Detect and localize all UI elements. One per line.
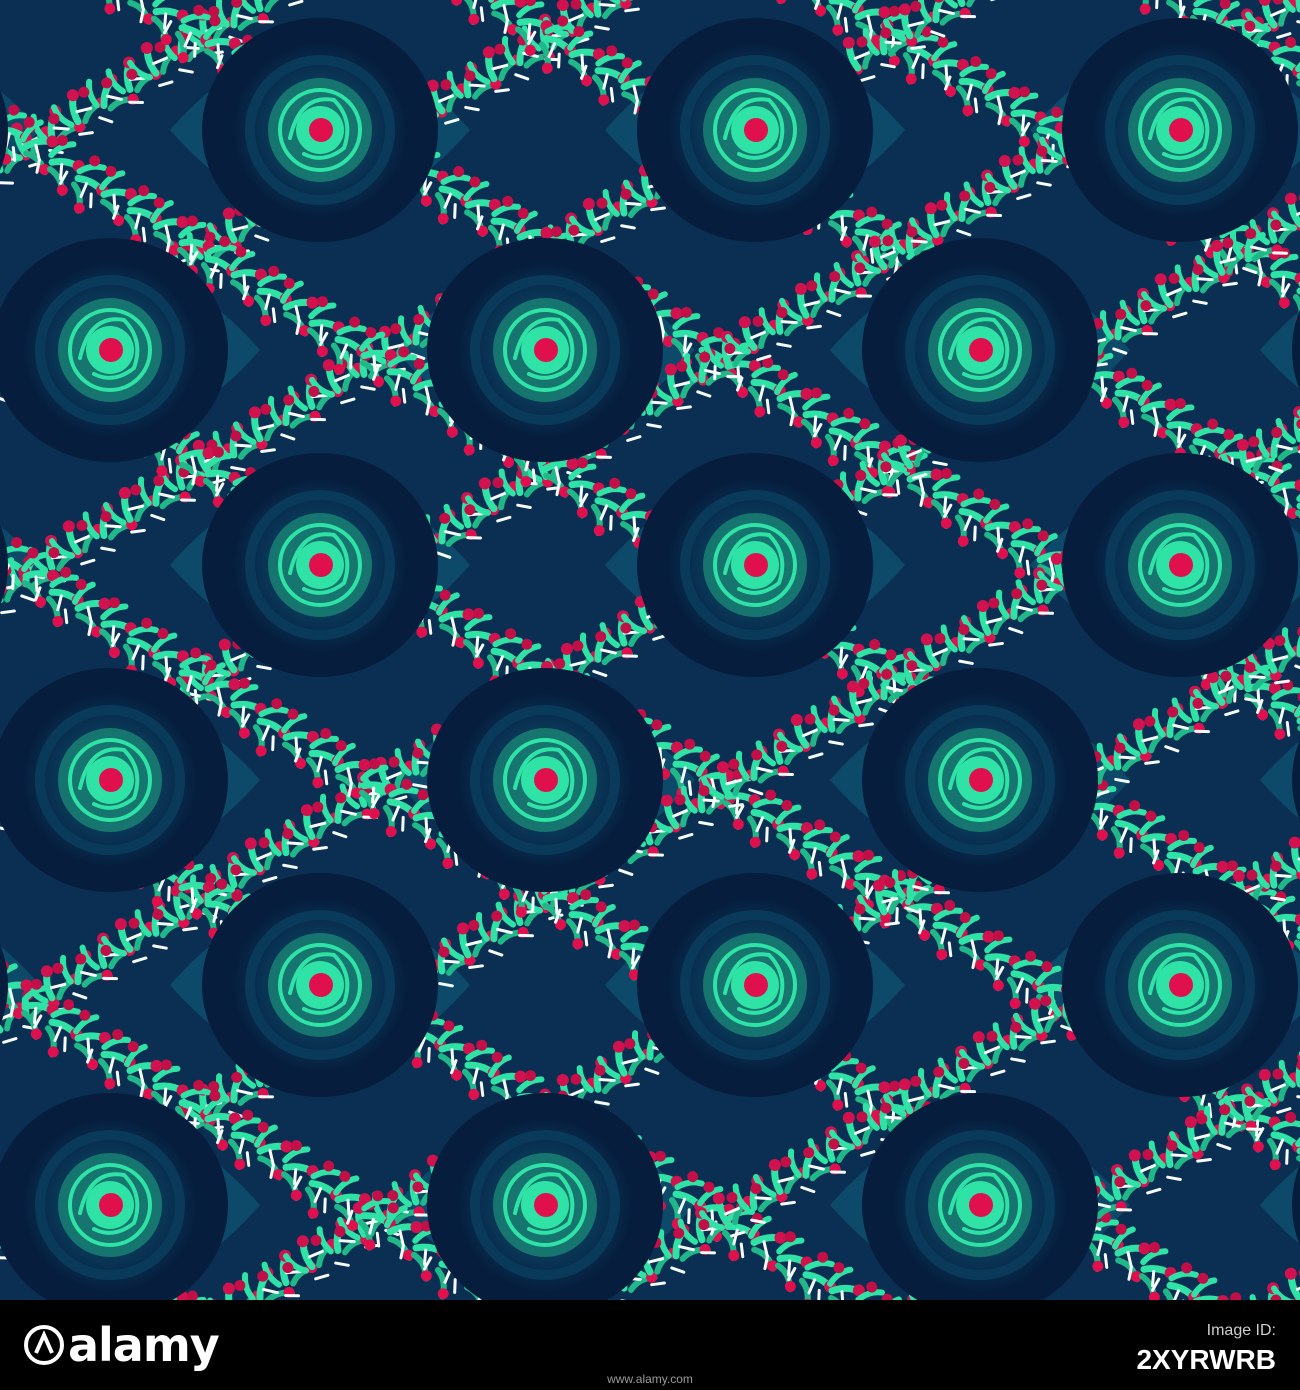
eye-magenta-pupil (969, 768, 993, 792)
eye-magenta-pupil (534, 768, 558, 792)
eye-magenta-pupil (744, 118, 768, 142)
eye-magenta-pupil (309, 973, 333, 997)
pattern-svg (0, 0, 1300, 1300)
image-id-label: Image ID: (1206, 1322, 1276, 1339)
eye-magenta-pupil (534, 1193, 558, 1217)
seamless-pattern (0, 0, 1300, 1300)
eye-magenta-pupil (309, 118, 333, 142)
image-meta: Image ID: 2XYRWRB (1136, 1322, 1276, 1376)
eye-magenta-pupil (1169, 553, 1193, 577)
eye-magenta-pupil (1169, 118, 1193, 142)
alamy-logo-icon (24, 1325, 64, 1365)
alamy-logo: alamy (24, 1310, 220, 1380)
eye-magenta-pupil (534, 338, 558, 362)
eye-magenta-pupil (744, 553, 768, 577)
eye-magenta-pupil (969, 1193, 993, 1217)
watermark-url: www.alamy.com (607, 1372, 693, 1386)
eye-magenta-pupil (1169, 973, 1193, 997)
eye-magenta-pupil (99, 768, 123, 792)
eye-magenta-pupil (309, 553, 333, 577)
eye-magenta-pupil (744, 973, 768, 997)
eye-magenta-pupil (969, 338, 993, 362)
alamy-logo-text: alamy (68, 1318, 220, 1372)
eye-magenta-pupil (99, 338, 123, 362)
stock-image-canvas: alamy Image ID: 2XYRWRB www.alamy.com (0, 0, 1300, 1390)
eye-magenta-pupil (99, 1193, 123, 1217)
